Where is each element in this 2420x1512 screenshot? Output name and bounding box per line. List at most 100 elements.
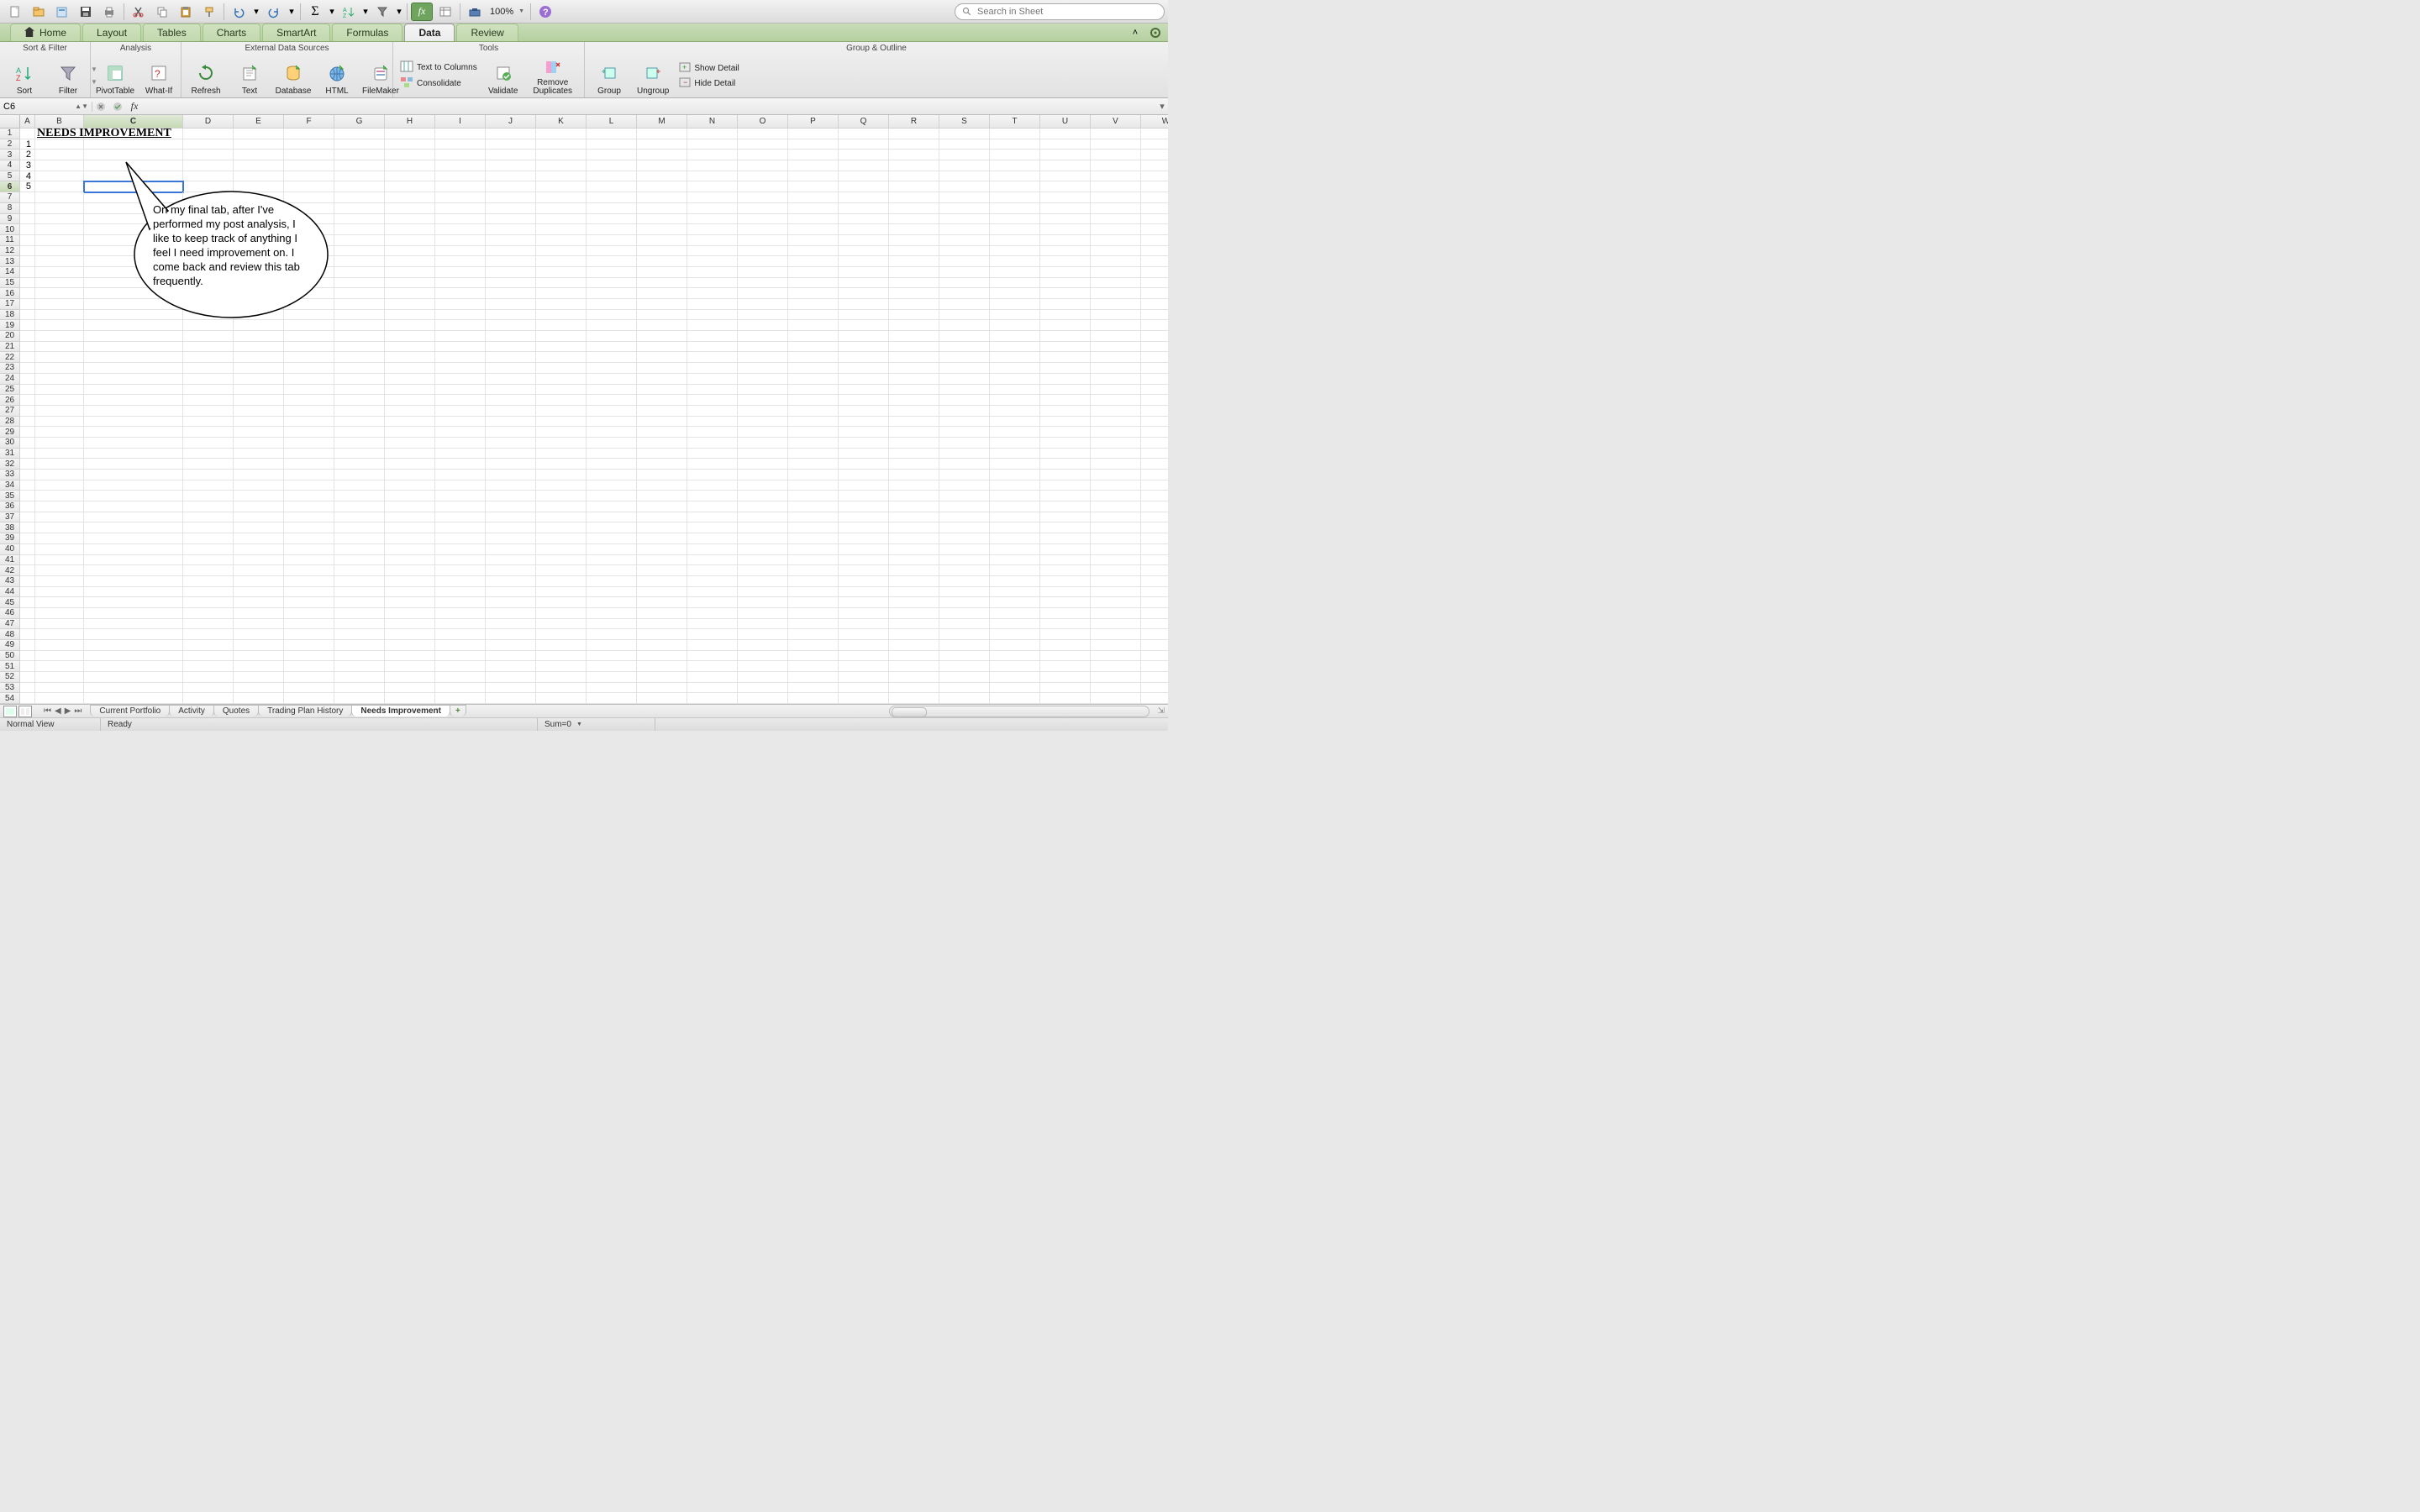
cell-C48[interactable] xyxy=(84,629,183,640)
cell-M10[interactable] xyxy=(637,224,687,235)
cell-I48[interactable] xyxy=(435,629,486,640)
cell-W22[interactable] xyxy=(1141,352,1168,363)
cell-T41[interactable] xyxy=(990,555,1040,566)
cell-L6[interactable] xyxy=(587,181,637,192)
cell-V27[interactable] xyxy=(1091,406,1141,417)
horizontal-scrollbar[interactable] xyxy=(889,706,1150,717)
cell-J50[interactable] xyxy=(486,651,536,662)
cell-D32[interactable] xyxy=(183,459,234,470)
cell-A36[interactable] xyxy=(20,501,35,512)
cell-V10[interactable] xyxy=(1091,224,1141,235)
cell-K1[interactable] xyxy=(536,129,587,139)
cell-C32[interactable] xyxy=(84,459,183,470)
cell-J4[interactable] xyxy=(486,160,536,171)
cell-Q20[interactable] xyxy=(839,331,889,342)
cell-K3[interactable] xyxy=(536,150,587,160)
cell-E48[interactable] xyxy=(234,629,284,640)
cell-B33[interactable] xyxy=(35,470,84,480)
tab-home[interactable]: Home xyxy=(10,24,81,41)
cell-B38[interactable] xyxy=(35,522,84,533)
cell-B3[interactable] xyxy=(35,150,84,160)
cell-C30[interactable] xyxy=(84,438,183,449)
cell-L50[interactable] xyxy=(587,651,637,662)
cell-G42[interactable] xyxy=(334,565,385,576)
col-header-G[interactable]: G xyxy=(334,115,385,129)
cell-N20[interactable] xyxy=(687,331,738,342)
cell-I36[interactable] xyxy=(435,501,486,512)
cell-L47[interactable] xyxy=(587,619,637,630)
cell-Q45[interactable] xyxy=(839,597,889,608)
cell-O11[interactable] xyxy=(738,235,788,246)
cell-G40[interactable] xyxy=(334,544,385,555)
cell-W19[interactable] xyxy=(1141,320,1168,331)
cell-T31[interactable] xyxy=(990,449,1040,459)
cell-U16[interactable] xyxy=(1040,288,1091,299)
cell-O53[interactable] xyxy=(738,683,788,694)
cell-B13[interactable] xyxy=(35,256,84,267)
cell-T42[interactable] xyxy=(990,565,1040,576)
cell-K12[interactable] xyxy=(536,246,587,257)
tab-first-icon[interactable]: ⏮ xyxy=(44,706,51,716)
cell-C28[interactable] xyxy=(84,417,183,428)
cell-I20[interactable] xyxy=(435,331,486,342)
cell-L42[interactable] xyxy=(587,565,637,576)
cell-A1[interactable] xyxy=(20,129,35,139)
cell-B53[interactable] xyxy=(35,683,84,694)
cell-J54[interactable] xyxy=(486,693,536,704)
cell-V51[interactable] xyxy=(1091,661,1141,672)
cell-J23[interactable] xyxy=(486,363,536,374)
cell-N7[interactable] xyxy=(687,192,738,203)
cell-U24[interactable] xyxy=(1040,374,1091,385)
cell-Q29[interactable] xyxy=(839,427,889,438)
cell-H23[interactable] xyxy=(385,363,435,374)
cell-V7[interactable] xyxy=(1091,192,1141,203)
cell-I3[interactable] xyxy=(435,150,486,160)
cell-D1[interactable] xyxy=(183,129,234,139)
cell-H28[interactable] xyxy=(385,417,435,428)
cell-O42[interactable] xyxy=(738,565,788,576)
cell-T33[interactable] xyxy=(990,470,1040,480)
cell-P54[interactable] xyxy=(788,693,839,704)
cell-N36[interactable] xyxy=(687,501,738,512)
cell-I44[interactable] xyxy=(435,587,486,598)
cell-S1[interactable] xyxy=(939,129,990,139)
cell-Q53[interactable] xyxy=(839,683,889,694)
cell-Q16[interactable] xyxy=(839,288,889,299)
cell-I15[interactable] xyxy=(435,278,486,289)
cell-O25[interactable] xyxy=(738,385,788,396)
cell-A32[interactable] xyxy=(20,459,35,470)
cell-N1[interactable] xyxy=(687,129,738,139)
col-header-L[interactable]: L xyxy=(587,115,637,129)
cell-T26[interactable] xyxy=(990,395,1040,406)
cell-H21[interactable] xyxy=(385,342,435,353)
cell-Q31[interactable] xyxy=(839,449,889,459)
cell-C46[interactable] xyxy=(84,608,183,619)
cell-H53[interactable] xyxy=(385,683,435,694)
cell-V47[interactable] xyxy=(1091,619,1141,630)
cell-P2[interactable] xyxy=(788,139,839,150)
cell-V40[interactable] xyxy=(1091,544,1141,555)
cell-E42[interactable] xyxy=(234,565,284,576)
cell-K11[interactable] xyxy=(536,235,587,246)
cell-P21[interactable] xyxy=(788,342,839,353)
cell-B16[interactable] xyxy=(35,288,84,299)
cell-W12[interactable] xyxy=(1141,246,1168,257)
cell-L45[interactable] xyxy=(587,597,637,608)
cell-R9[interactable] xyxy=(889,214,939,225)
cell-O44[interactable] xyxy=(738,587,788,598)
cell-S8[interactable] xyxy=(939,203,990,214)
row-header-39[interactable]: 39 xyxy=(0,533,20,544)
cell-S48[interactable] xyxy=(939,629,990,640)
add-sheet-button[interactable]: + xyxy=(450,705,466,717)
cell-U52[interactable] xyxy=(1040,672,1091,683)
cell-G53[interactable] xyxy=(334,683,385,694)
cell-O16[interactable] xyxy=(738,288,788,299)
cell-D40[interactable] xyxy=(183,544,234,555)
cell-B6[interactable] xyxy=(35,181,84,192)
cell-B37[interactable] xyxy=(35,512,84,523)
cell-N40[interactable] xyxy=(687,544,738,555)
cell-O3[interactable] xyxy=(738,150,788,160)
cell-O14[interactable] xyxy=(738,267,788,278)
cell-M22[interactable] xyxy=(637,352,687,363)
cell-D23[interactable] xyxy=(183,363,234,374)
